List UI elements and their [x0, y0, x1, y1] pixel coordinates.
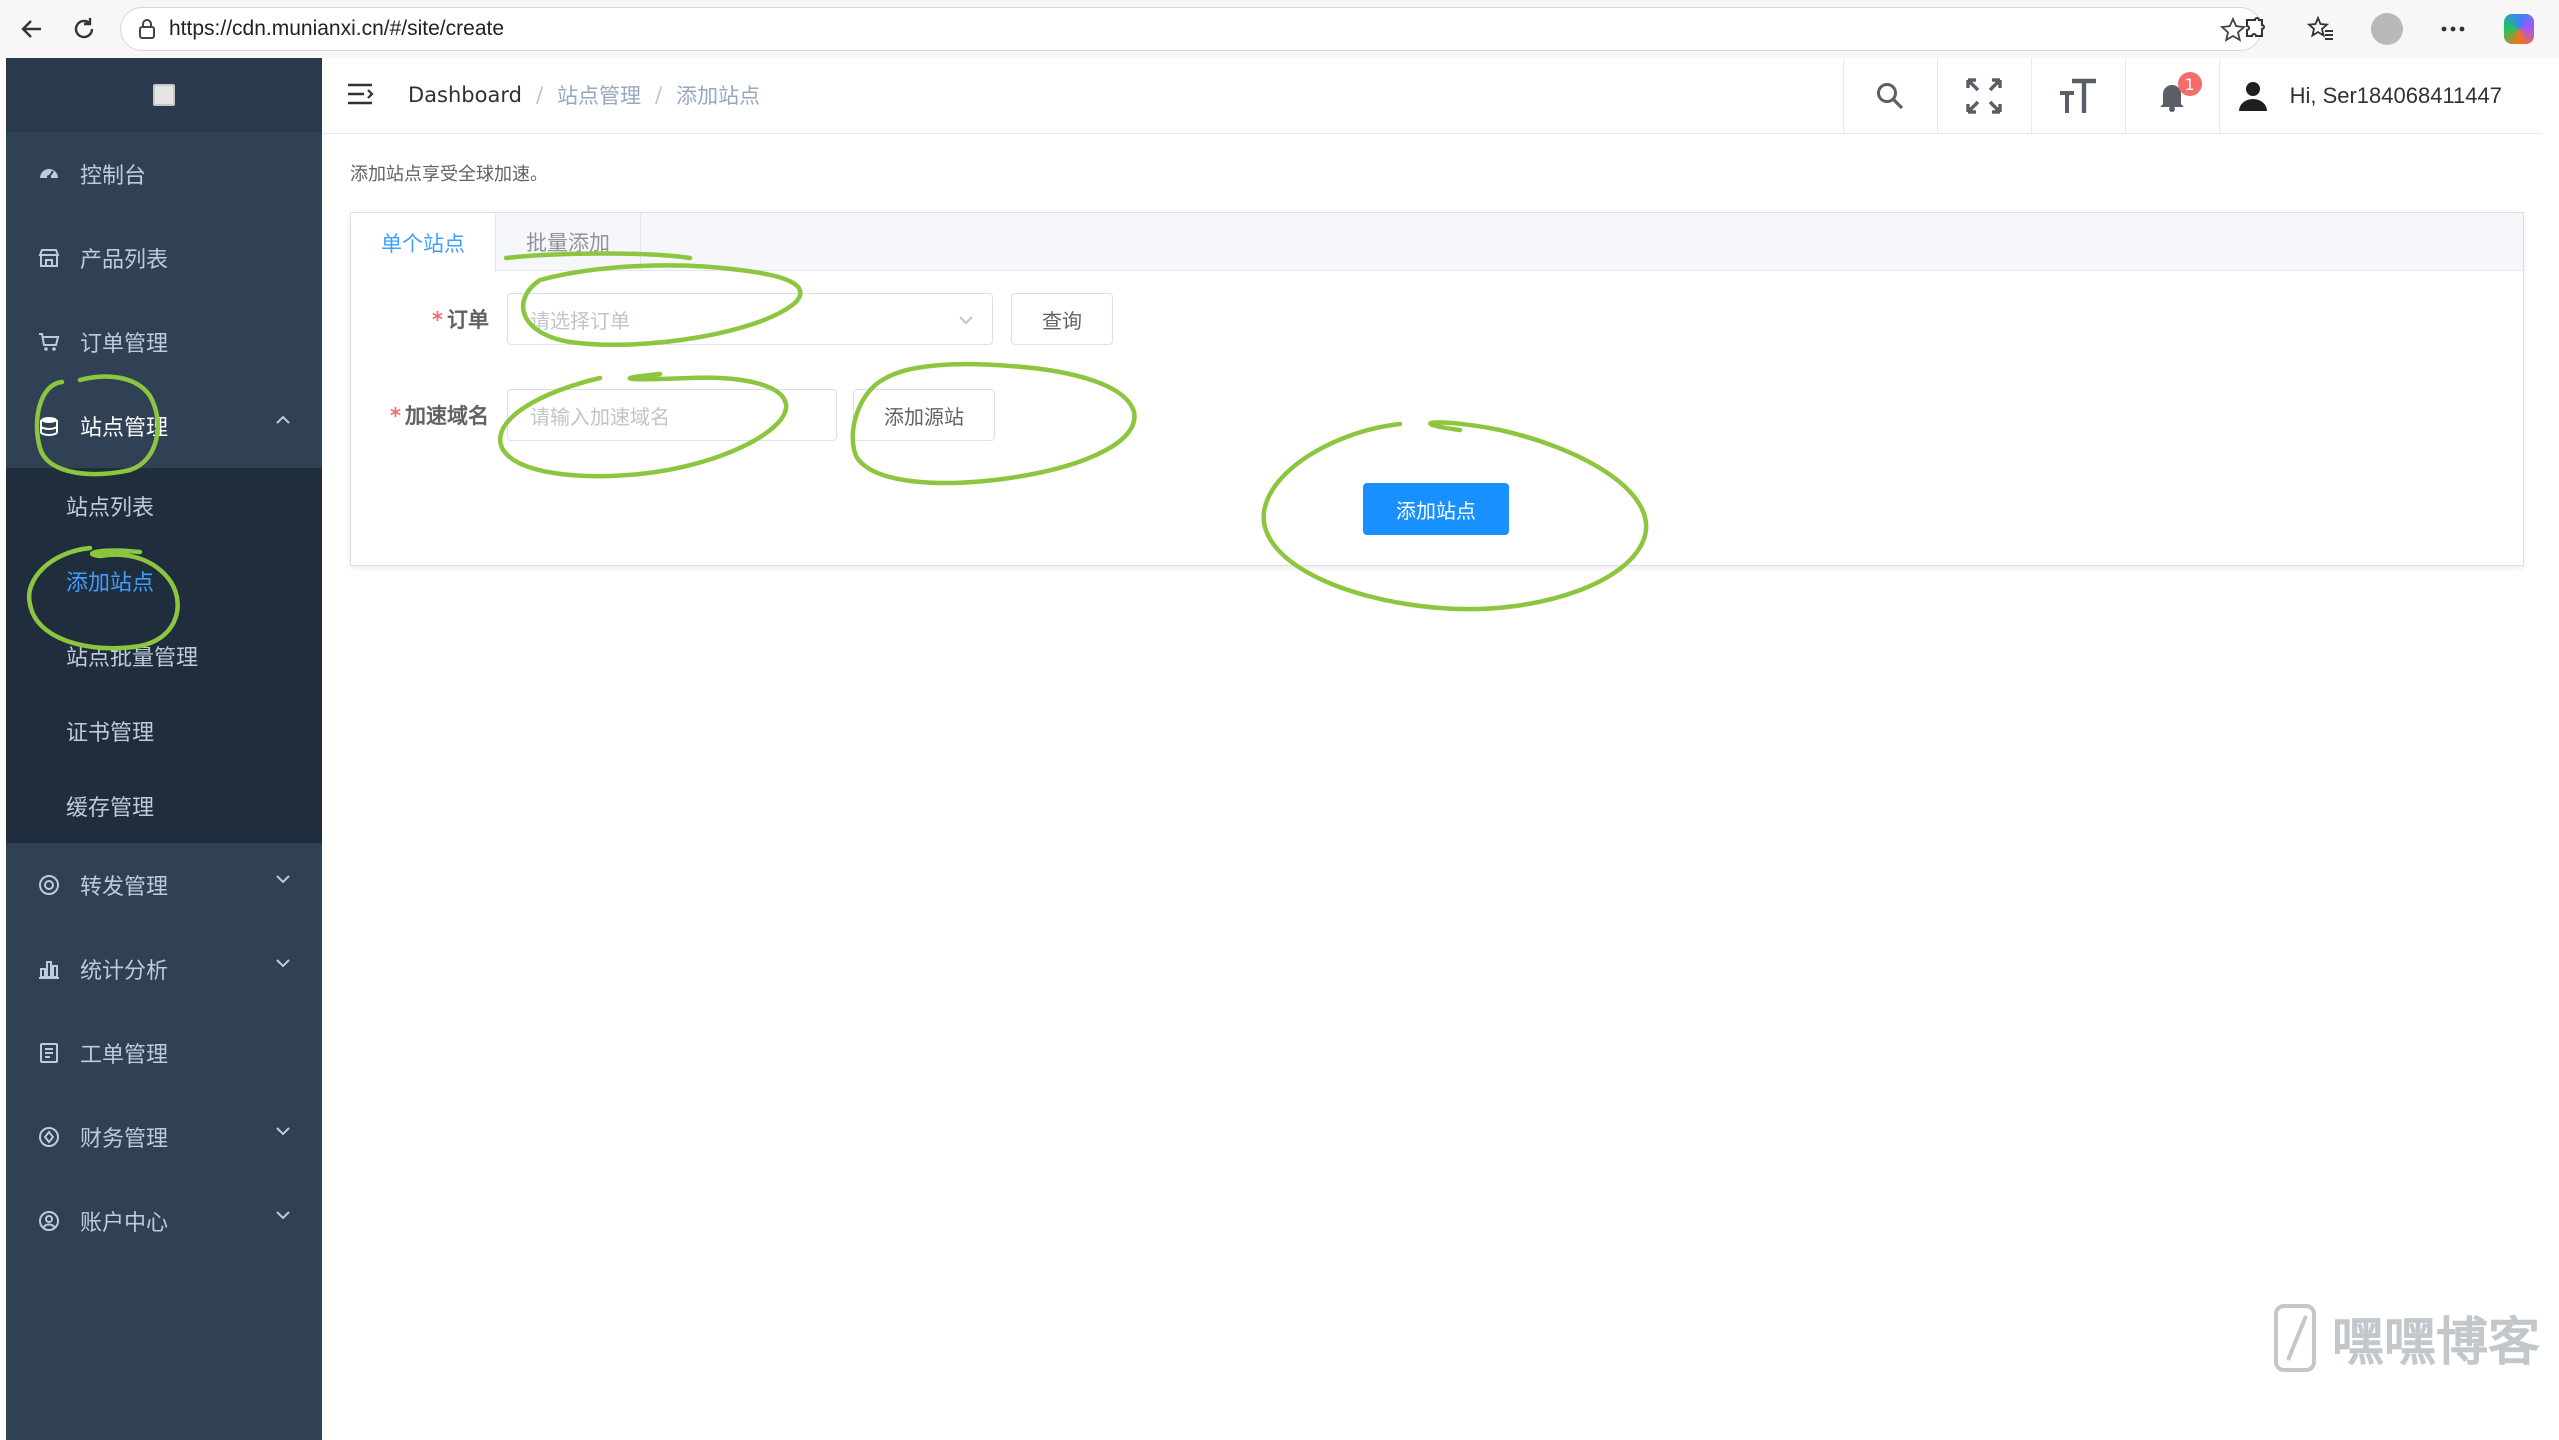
breadcrumb-add-site: 添加站点 — [676, 84, 761, 108]
back-icon[interactable] — [12, 9, 52, 49]
sidebar-subitem-certificates[interactable]: 证书管理 — [6, 693, 322, 768]
chevron-down-icon — [276, 1127, 290, 1136]
cart-icon — [36, 329, 62, 355]
sidebar-item-account[interactable]: 账户中心 — [6, 1179, 322, 1263]
sidebar-item-label: 统计分析 — [80, 959, 169, 984]
user-greeting: Hi, Ser184068411447 — [2289, 83, 2502, 108]
sidebar-item-tickets[interactable]: 工单管理 — [6, 1011, 322, 1095]
sidebar-subitem-site-list[interactable]: 站点列表 — [6, 468, 322, 543]
lock-icon — [139, 19, 155, 39]
watermark: 嘿嘿博客 — [2272, 1300, 2540, 1375]
notification-badge: 1 — [2177, 72, 2202, 96]
chevron-down-icon — [959, 316, 973, 325]
sidebar-item-orders[interactable]: 订单管理 — [6, 300, 322, 384]
target-icon — [36, 872, 62, 898]
header-search-button[interactable] — [1842, 58, 1937, 134]
chevron-down-icon — [276, 1211, 290, 1220]
domain-label: * 加速域名 — [390, 404, 489, 428]
user-circle-icon — [36, 1208, 62, 1234]
sidebar-item-label: 产品列表 — [80, 248, 169, 273]
tab-bulk-add[interactable]: 批量添加 — [496, 213, 641, 271]
sidebar-subitem-add-site[interactable]: 添加站点 — [6, 543, 322, 618]
sidebar: 控制台 产品列表 订单管理 站点管理 站点列表 添加站点 站点批量管理 证书管理… — [6, 58, 322, 1440]
tab-single-site[interactable]: 单个站点 — [351, 213, 496, 272]
main-content: 添加站点享受全球加速。 单个站点 批量添加 * 订单 请选择订单 查询 * 加速域名… — [322, 134, 2542, 1440]
breadcrumb: Dashboard / 站点管理 / 添加站点 — [408, 80, 760, 110]
sidebar-subitem-cache[interactable]: 缓存管理 — [6, 768, 322, 843]
sidebar-item-forwarding[interactable]: 转发管理 — [6, 843, 322, 927]
chevron-down-icon — [276, 875, 290, 884]
database-icon — [36, 413, 62, 439]
sidebar-item-label: 控制台 — [80, 164, 147, 189]
order-select[interactable]: 请选择订单 — [507, 293, 993, 345]
fullscreen-icon — [1966, 78, 2002, 114]
reload-icon[interactable] — [64, 9, 104, 49]
query-button[interactable]: 查询 — [1011, 293, 1113, 345]
chevron-down-icon — [276, 959, 290, 968]
sidebar-item-label: 转发管理 — [80, 875, 169, 900]
fullscreen-button[interactable] — [1936, 58, 2031, 134]
user-menu[interactable]: Hi, Ser184068411447 — [2218, 58, 2542, 134]
more-menu-icon[interactable] — [2433, 9, 2473, 49]
user-icon — [2238, 82, 2267, 111]
top-header: Dashboard / 站点管理 / 添加站点 1 Hi, Ser1840684… — [322, 58, 2542, 134]
store-icon — [36, 245, 62, 271]
sidebar-item-products[interactable]: 产品列表 — [6, 216, 322, 300]
domain-input[interactable]: 请输入加速域名 — [507, 389, 837, 441]
sidebar-item-label: 账户中心 — [80, 1211, 169, 1236]
add-origin-button[interactable]: 添加源站 — [853, 389, 995, 441]
sidebar-item-label: 财务管理 — [80, 1127, 169, 1152]
watermark-logo-icon — [2274, 1303, 2316, 1372]
sidebar-item-dashboard[interactable]: 控制台 — [6, 132, 322, 216]
sidebar-item-label: 订单管理 — [80, 332, 169, 357]
browser-toolbar: https://cdn.munianxi.cn/#/site/create — [0, 0, 2559, 58]
domain-form-row: * 加速域名 请输入加速域名 添加源站 — [351, 389, 995, 441]
bar-chart-icon — [36, 956, 62, 982]
breadcrumb-dashboard[interactable]: Dashboard — [408, 83, 522, 107]
dashboard-icon — [36, 161, 62, 187]
breadcrumb-site-management[interactable]: 站点管理 — [557, 80, 641, 110]
breadcrumb-separator: / — [535, 83, 544, 107]
sidebar-subitem-bulk-sites[interactable]: 站点批量管理 — [6, 618, 322, 693]
sidebar-item-site-management[interactable]: 站点管理 — [6, 384, 322, 468]
document-icon — [36, 1040, 62, 1066]
watermark-text: 嘿嘿博客 — [2332, 1313, 2541, 1373]
menu-toggle-icon[interactable] — [346, 82, 374, 110]
sidebar-item-finance[interactable]: 财务管理 — [6, 1095, 322, 1179]
extensions-icon[interactable] — [2235, 9, 2275, 49]
url-text: https://cdn.munianxi.cn/#/site/create — [169, 17, 505, 40]
chevron-up-icon — [276, 415, 290, 424]
broken-image-icon — [153, 84, 175, 106]
copilot-icon[interactable] — [2499, 9, 2539, 49]
sidebar-item-label: 站点管理 — [80, 416, 169, 441]
add-site-button[interactable]: 添加站点 — [1363, 483, 1509, 535]
tab-bar: 单个站点 批量添加 — [351, 213, 2523, 272]
profile-icon[interactable] — [2367, 9, 2407, 49]
submenu-site-management: 站点列表 添加站点 站点批量管理 证书管理 缓存管理 — [6, 468, 322, 843]
logo[interactable] — [6, 58, 322, 132]
page-notice: 添加站点享受全球加速。 — [350, 164, 548, 185]
font-size-button[interactable] — [2030, 58, 2125, 134]
address-bar[interactable]: https://cdn.munianxi.cn/#/site/create — [120, 7, 2262, 51]
search-icon — [1877, 83, 1904, 110]
add-site-card: 单个站点 批量添加 * 订单 请选择订单 查询 * 加速域名 请输入加速域名 添加源… — [350, 212, 2524, 566]
sidebar-item-statistics[interactable]: 统计分析 — [6, 927, 322, 1011]
finance-icon — [36, 1124, 62, 1150]
font-size-icon — [2060, 78, 2097, 113]
sidebar-item-label: 工单管理 — [80, 1043, 169, 1068]
order-form-row: * 订单 请选择订单 查询 — [351, 293, 1113, 345]
favorites-icon[interactable] — [2301, 9, 2341, 49]
order-label: * 订单 — [432, 308, 489, 332]
breadcrumb-separator: / — [655, 83, 663, 107]
notifications-button[interactable]: 1 — [2124, 58, 2219, 134]
